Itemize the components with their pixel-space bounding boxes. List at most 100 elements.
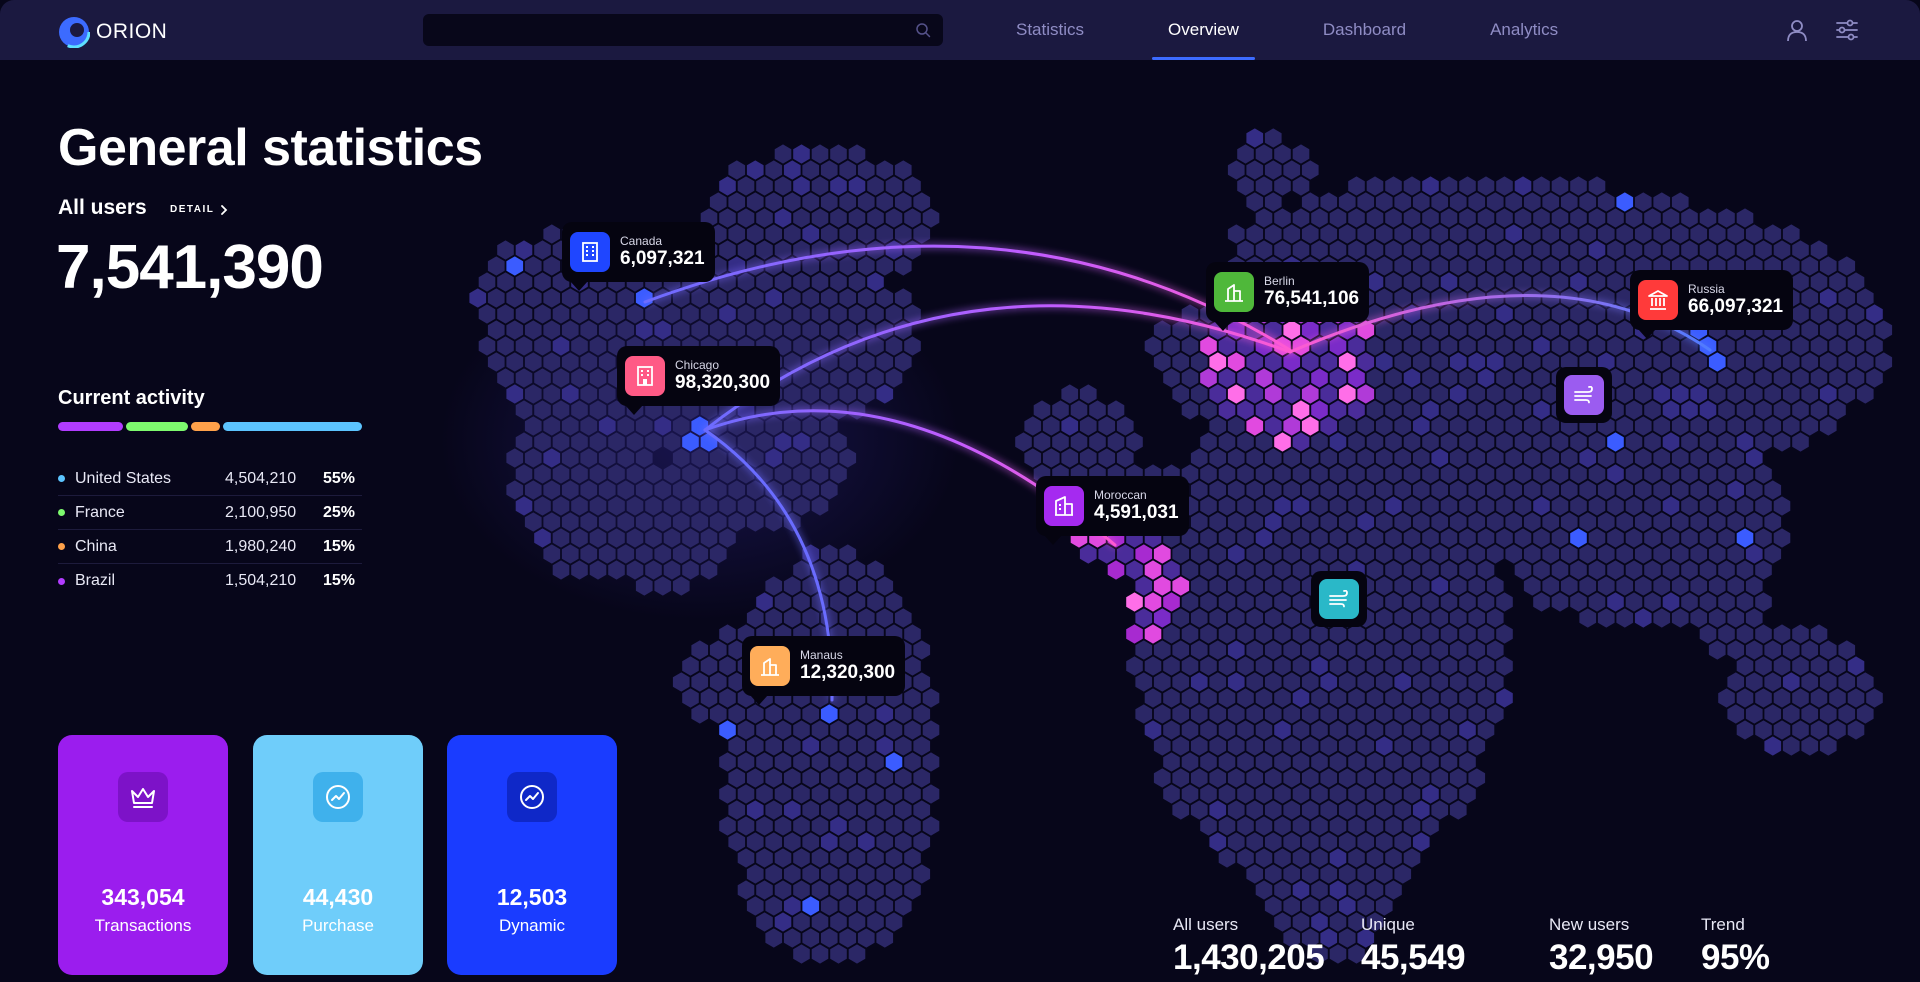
map-hex-cell: [1727, 416, 1745, 436]
map-hex-cell: [1644, 336, 1661, 356]
map-marker-wind[interactable]: [1311, 571, 1367, 627]
user-icon[interactable]: [1784, 17, 1810, 43]
city-label-moroccan[interactable]: Moroccan 4,591,031: [1036, 476, 1189, 545]
map-hex-cell: [1764, 544, 1782, 564]
map-hex-cell: [802, 896, 820, 916]
map-hex-cell: [1338, 704, 1356, 724]
map-hex-cell: [1644, 368, 1661, 388]
map-hex-cell: [1320, 704, 1338, 724]
city-name: Manaus: [800, 648, 843, 662]
map-hex-cell: [867, 848, 884, 868]
map-hex-cell: [1274, 656, 1291, 676]
detail-link[interactable]: DETAIL: [170, 204, 228, 215]
map-hex-cell: [1579, 512, 1597, 532]
map-hex-cell: [1311, 784, 1328, 804]
search-bar[interactable]: [423, 14, 943, 46]
transactions-card[interactable]: 343,054 Transactions: [58, 735, 228, 975]
city-label-chicago[interactable]: Chicago 98,320,300: [617, 346, 781, 415]
city-label-manaus[interactable]: Manaus 12,320,300: [742, 636, 906, 705]
map-hex-cell: [1227, 832, 1245, 852]
map-hex-cell: [1616, 480, 1634, 500]
map-hex-cell: [1024, 448, 1042, 468]
tab-dashboard[interactable]: Dashboard: [1307, 0, 1422, 60]
map-hex-cell: [1856, 288, 1874, 308]
map-hex-cell: [1551, 496, 1569, 516]
map-hex-cell: [1237, 848, 1254, 868]
map-hex-cell: [876, 864, 894, 884]
map-hex-cell: [1477, 560, 1495, 580]
map-hex-cell: [746, 864, 764, 884]
map-hex-cell: [1403, 400, 1421, 420]
map-marker-wind[interactable]: [1556, 367, 1612, 423]
map-hex-cell: [1218, 400, 1236, 420]
map-hex-cell: [1486, 384, 1504, 404]
map-hex-cell: [1671, 352, 1689, 372]
map-hex-cell: [904, 688, 921, 708]
map-hex-cell: [876, 288, 894, 308]
city-label-berlin[interactable]: Berlin 76,541,106: [1206, 262, 1370, 331]
map-hex-cell: [1819, 384, 1837, 404]
dynamic-card[interactable]: 12,503 Dynamic: [447, 735, 617, 975]
map-hex-cell: [1338, 544, 1356, 564]
map-hex-cell: [1551, 528, 1569, 548]
tab-statistics[interactable]: Statistics: [1000, 0, 1100, 60]
tab-analytics[interactable]: Analytics: [1474, 0, 1574, 60]
map-hex-cell: [1218, 336, 1236, 356]
map-hex-cell: [1718, 624, 1735, 644]
search-icon[interactable]: [915, 22, 931, 38]
app-logo[interactable]: ORION: [58, 16, 167, 48]
map-hex-cell: [1255, 784, 1273, 804]
map-hex-cell: [1403, 816, 1421, 836]
map-hex-cell: [728, 224, 746, 244]
city-label-canada[interactable]: Canada 6,097,321: [562, 222, 715, 291]
map-hex-cell: [1570, 208, 1587, 228]
map-hex-cell: [1264, 640, 1282, 660]
map-hex-cell: [1468, 608, 1486, 628]
map-hex-cell: [1237, 720, 1254, 740]
map-hex-cell: [1135, 640, 1153, 660]
map-hex-cell: [1431, 800, 1449, 820]
map-hex-cell: [1449, 352, 1467, 372]
map-hex-cell: [756, 240, 773, 260]
map-hex-cell: [1588, 336, 1606, 356]
map-hex-cell: [1560, 192, 1578, 212]
map-hex-cell: [1607, 592, 1624, 612]
tab-overview[interactable]: Overview: [1152, 0, 1255, 60]
map-hex-cell: [1357, 864, 1375, 884]
map-hex-cell: [1209, 736, 1227, 756]
map-hex-cell: [1385, 336, 1402, 356]
map-hex-cell: [1283, 544, 1301, 564]
map-hex-cell: [1792, 336, 1809, 356]
map-hex-cell: [1708, 544, 1726, 564]
map-hex-cell: [1597, 256, 1615, 276]
map-hex-cell: [1320, 416, 1338, 436]
map-hex-cell: [1255, 848, 1273, 868]
map-hex-cell: [478, 272, 496, 292]
map-hex-cell: [1449, 288, 1467, 308]
map-hex-cell: [719, 720, 736, 740]
purchase-card[interactable]: 44,430 Purchase: [253, 735, 423, 975]
map-hex-cell: [1255, 560, 1273, 580]
map-hex-cell: [894, 288, 912, 308]
map-hex-cell: [867, 912, 884, 932]
map-hex-cell: [830, 240, 847, 260]
map-hex-cell: [857, 736, 875, 756]
map-hex-cell: [1338, 736, 1356, 756]
map-hex-cell: [1819, 320, 1837, 340]
buildings-icon: [750, 646, 790, 686]
map-hex-cell: [1810, 400, 1828, 420]
map-hex-cell: [1644, 400, 1661, 420]
map-hex-cell: [1394, 576, 1412, 596]
settings-sliders-icon[interactable]: [1834, 17, 1860, 43]
map-hex-cell: [1440, 400, 1458, 420]
map-hex-cell: [1311, 432, 1328, 452]
city-value: 6,097,321: [620, 248, 705, 269]
map-hex-cell: [1431, 672, 1449, 692]
map-hex-cell: [1292, 496, 1310, 516]
map-hex-cell: [1274, 144, 1291, 164]
map-hex-cell: [1496, 336, 1513, 356]
city-label-russia[interactable]: Russia 66,097,321: [1630, 270, 1794, 339]
map-hex-cell: [1375, 256, 1393, 276]
map-hex-cell: [1274, 592, 1291, 612]
map-hex-cell: [1274, 400, 1291, 420]
